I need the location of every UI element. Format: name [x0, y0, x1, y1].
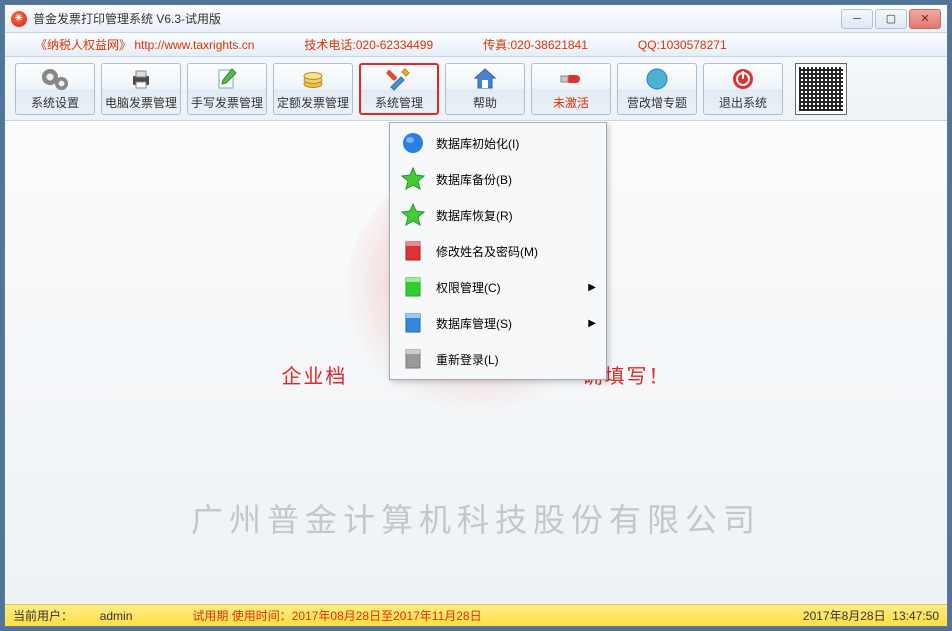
exit-button[interactable]: 退出系统: [703, 63, 783, 115]
book-red-icon: [400, 238, 426, 264]
trial-info: 试用期 使用时间：2017年08月28日至2017年11月28日: [192, 607, 481, 624]
status-datetime: 2017年8月28日 13:47:50: [803, 607, 939, 624]
fax-number: 传真:020-38621841: [483, 36, 588, 53]
help-button[interactable]: 帮助: [445, 63, 525, 115]
coins-icon: [300, 66, 326, 92]
star-green-icon: [400, 166, 426, 192]
yinggaizheng-button[interactable]: 营改增专题: [617, 63, 697, 115]
usb-icon: [558, 66, 584, 92]
gears-icon: [42, 66, 68, 92]
star-green-icon: [400, 202, 426, 228]
qr-code: [795, 63, 847, 115]
sphere-blue-icon: [400, 130, 426, 156]
menu-permission[interactable]: 权限管理(C) ▶: [392, 269, 604, 305]
menu-db-restore[interactable]: 数据库恢复(R): [392, 197, 604, 233]
titlebar: ✴ 普金发票打印管理系统 V6.3-试用版 ─ ▢ ✕: [5, 5, 947, 33]
menu-db-manage[interactable]: 数据库管理(S) ▶: [392, 305, 604, 341]
qq-number: QQ:1030578271: [638, 38, 727, 52]
printer-icon: [128, 66, 154, 92]
current-user-label: 当前用户： admin: [13, 607, 132, 624]
menu-relogin[interactable]: 重新登录(L): [392, 341, 604, 377]
fixed-invoice-button[interactable]: 定额发票管理: [273, 63, 353, 115]
minimize-button[interactable]: ─: [841, 9, 873, 29]
tools-icon: [386, 66, 412, 92]
menu-db-init[interactable]: 数据库初始化(I): [392, 125, 604, 161]
not-activated-button[interactable]: 未激活: [531, 63, 611, 115]
computer-invoice-button[interactable]: 电脑发票管理: [101, 63, 181, 115]
info-bar: 《纳税人权益网》 http://www.taxrights.cn 技术电话:02…: [5, 33, 947, 57]
close-button[interactable]: ✕: [909, 9, 941, 29]
app-icon: ✴: [11, 11, 27, 27]
window-controls: ─ ▢ ✕: [841, 9, 941, 29]
tech-phone: 技术电话:020-62334499: [304, 36, 433, 53]
handwritten-invoice-button[interactable]: 手写发票管理: [187, 63, 267, 115]
chevron-right-icon: ▶: [588, 282, 596, 293]
app-window: ✴ 普金发票打印管理系统 V6.3-试用版 ─ ▢ ✕ 《纳税人权益网》 htt…: [4, 4, 948, 627]
pencil-note-icon: [214, 66, 240, 92]
home-icon: [472, 66, 498, 92]
main-area: 广州普金计算机科技股份有限公司 企业档 确填写！ 数据库初始化(I) 数据库备份…: [5, 121, 947, 604]
menu-db-backup[interactable]: 数据库备份(B): [392, 161, 604, 197]
chevron-right-icon: ▶: [588, 318, 596, 329]
statusbar: 当前用户： admin 试用期 使用时间：2017年08月28日至2017年11…: [5, 604, 947, 626]
current-user: admin: [100, 609, 133, 623]
watermark-company: 广州普金计算机科技股份有限公司: [191, 495, 761, 541]
site-link[interactable]: 《纳税人权益网》 http://www.taxrights.cn: [35, 36, 254, 53]
system-manage-dropdown: 数据库初始化(I) 数据库备份(B) 数据库恢复(R) 修改姓名及密码(M) 权…: [389, 122, 607, 380]
system-manage-button[interactable]: 系统管理: [359, 63, 439, 115]
window-title: 普金发票打印管理系统 V6.3-试用版: [33, 10, 221, 27]
maximize-button[interactable]: ▢: [875, 9, 907, 29]
system-settings-button[interactable]: 系统设置: [15, 63, 95, 115]
toolbar: 系统设置 电脑发票管理 手写发票管理 定额发票管理 系统管理: [5, 57, 947, 121]
globe-icon: [644, 66, 670, 92]
power-icon: [730, 66, 756, 92]
book-green-icon: [400, 274, 426, 300]
book-grey-icon: [400, 346, 426, 372]
book-blue-icon: [400, 310, 426, 336]
menu-change-password[interactable]: 修改姓名及密码(M): [392, 233, 604, 269]
